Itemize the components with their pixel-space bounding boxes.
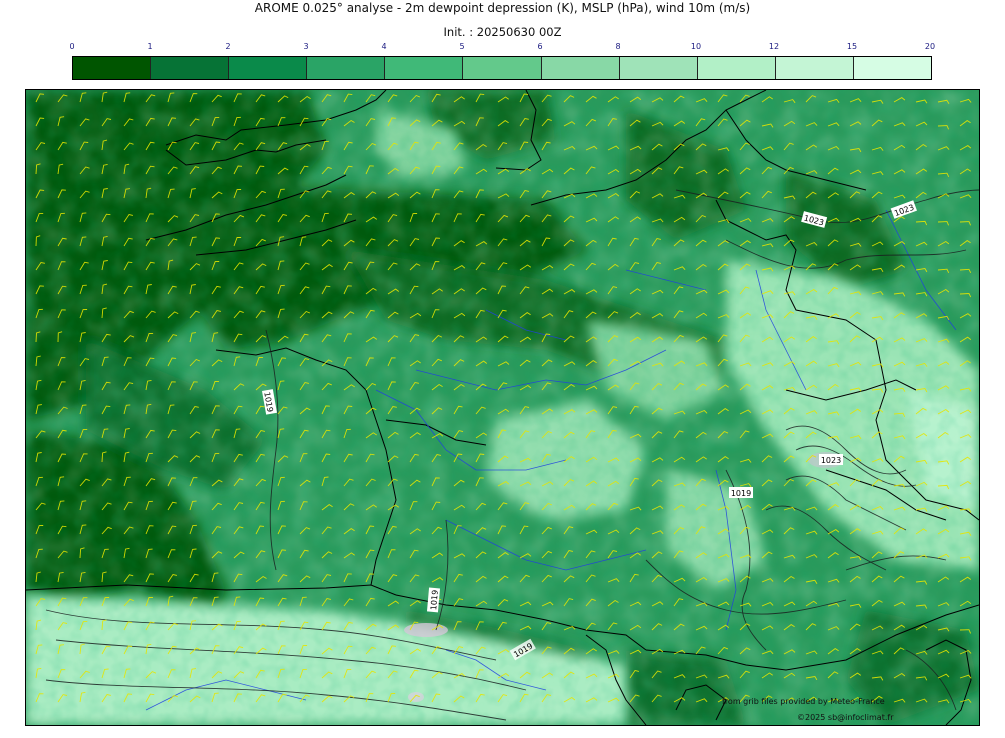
- isobar-label: 1019: [731, 489, 751, 498]
- colorbar-segment: [541, 57, 620, 79]
- map-panel: 1023 1023 1019 1023 1019 1019 1019: [25, 89, 980, 726]
- colorbar-tick: 5: [459, 42, 465, 51]
- colorbar-tick: 3: [303, 42, 309, 51]
- colorbar-tick: 15: [846, 42, 858, 51]
- colorbar-segment: [697, 57, 776, 79]
- colorbar-segment: [307, 57, 386, 79]
- colorbar-ticks: 0 1 2 3 4 5 6 8 10 12 15 20: [69, 42, 936, 54]
- isobar-label: 1019: [429, 590, 440, 611]
- isobar-label: 1023: [821, 456, 841, 465]
- texture-dark: [26, 90, 979, 725]
- colorbar-segment: [853, 57, 932, 79]
- colorbar-segment: [463, 57, 542, 79]
- colorbar-tick: 1: [147, 42, 153, 51]
- colorbar-tick: 20: [924, 42, 936, 51]
- colorbar-segment: [385, 57, 464, 79]
- colorbar: [72, 56, 932, 80]
- colorbar-tick: 4: [381, 42, 387, 51]
- init-time: Init. : 20250630 00Z: [443, 25, 562, 39]
- colorbar-segment: [151, 57, 230, 79]
- colorbar-segment: [619, 57, 698, 79]
- colorbar-segment: [775, 57, 854, 79]
- colorbar-tick: 6: [537, 42, 543, 51]
- colorbar-segment: [229, 57, 308, 79]
- copyright-credit: ©2025 sb@infoclimat.fr: [797, 713, 894, 722]
- weather-map: 1023 1023 1019 1023 1019 1019 1019: [26, 90, 979, 725]
- colorbar-tick: 8: [615, 42, 621, 51]
- chart-title: AROME 0.025° analyse - 2m dewpoint depre…: [254, 1, 751, 15]
- colorbar-tick: 12: [768, 42, 780, 51]
- colorbar-tick: 2: [225, 42, 231, 51]
- colorbar-segment: [73, 57, 152, 79]
- colorbar-tick: 0: [69, 42, 75, 51]
- colorbar-tick: 10: [690, 42, 702, 51]
- data-source-credit: from grib files provided by Meteo-France: [722, 697, 885, 706]
